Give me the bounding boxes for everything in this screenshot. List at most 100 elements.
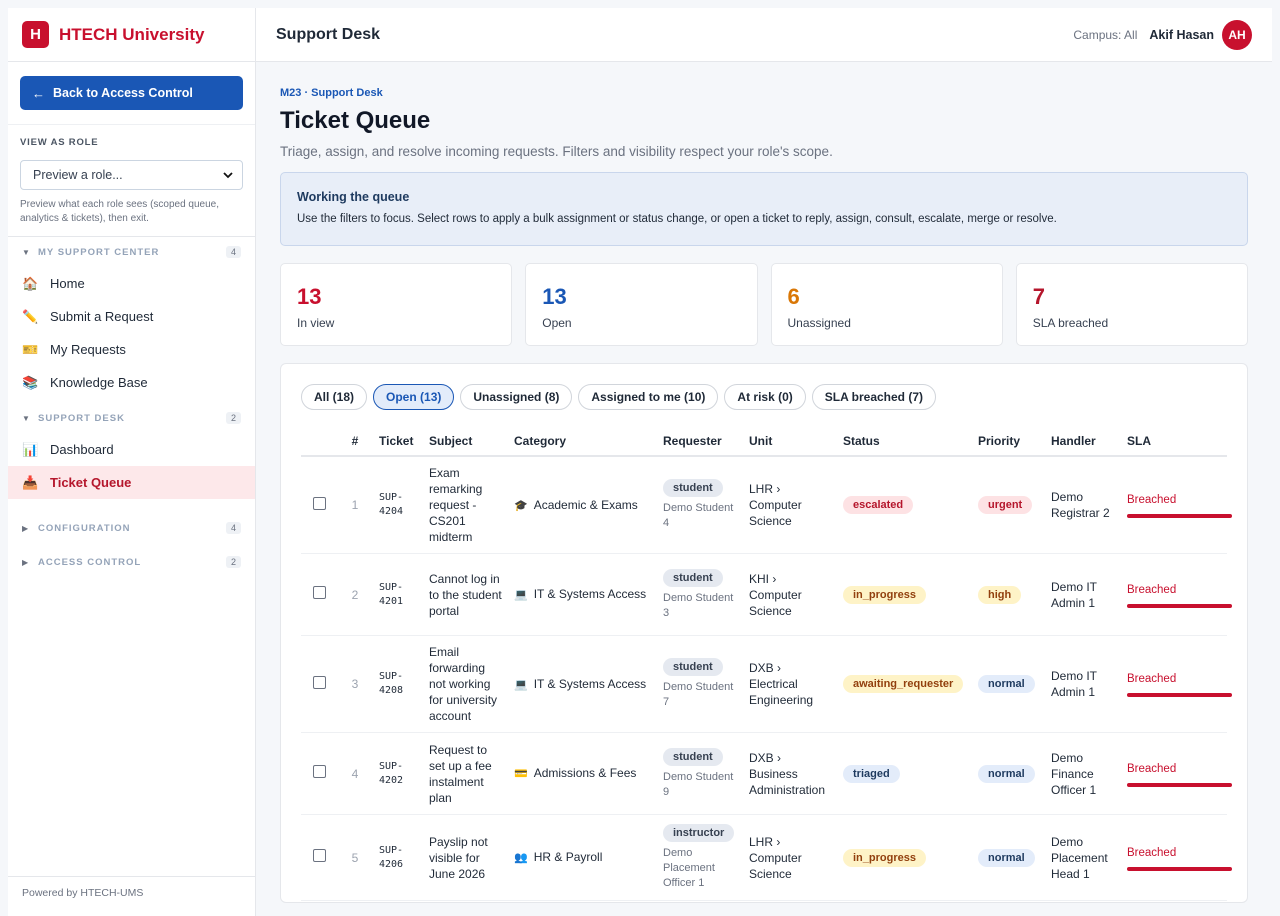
category-label: Admissions & Fees [533, 766, 637, 780]
ticket-id[interactable]: SUP-4204 [373, 456, 423, 554]
pencil-icon: ✏️ [22, 308, 39, 324]
sla-status: Breached [1127, 846, 1177, 859]
info-text: Use the filters to focus. Select rows to… [297, 213, 1057, 225]
column-header-requester[interactable]: Requester [657, 426, 743, 457]
user-name[interactable]: Akif Hasan [1149, 28, 1214, 42]
filter-chip[interactable]: All (18) [301, 384, 368, 410]
ticket-subject[interactable]: Request to set up a fee instalment plan [423, 732, 508, 815]
column-header-[interactable]: # [337, 426, 373, 457]
brand[interactable]: H HTECH University [8, 8, 255, 62]
column-header-unit[interactable]: Unit [743, 426, 837, 457]
row-checkbox[interactable] [312, 849, 326, 862]
handler-cell: Demo Placement Head 1 [1045, 814, 1121, 901]
main-content: M23 · Support Desk Ticket Queue Triage, … [280, 62, 1248, 903]
category-cell: 🎓 Academic & Exams [508, 456, 657, 554]
column-header-handler[interactable]: Handler [1045, 426, 1121, 457]
unit-cell: DXB › Electrical Engineering [743, 635, 837, 733]
table-body: 1 SUP-4204 Exam remarking request - CS201 … [301, 456, 1232, 901]
sidebar-item-my-requests[interactable]: 🎫 My Requests [8, 333, 255, 366]
row-checkbox[interactable] [312, 765, 326, 778]
requester-name: Demo Student 4 [663, 502, 734, 529]
select-column-header [301, 426, 337, 457]
status-cell: in_progress [837, 553, 972, 636]
ticket-id[interactable]: SUP-4201 [373, 553, 423, 636]
sidebar-item-dashboard[interactable]: 📊 Dashboard [8, 433, 255, 466]
campus-selector[interactable]: Campus: All [1073, 28, 1137, 42]
section-access-control[interactable]: ▶ ACCESS CONTROL 2 [8, 547, 255, 577]
row-checkbox[interactable] [312, 586, 326, 599]
section-configuration[interactable]: ▶ CONFIGURATION 4 [8, 513, 255, 543]
back-button-label: Back to Access Control [53, 86, 193, 100]
handler-cell: Demo IT Admin 1 [1045, 635, 1121, 733]
filter-chip[interactable]: Unassigned (8) [460, 384, 573, 410]
sla-cell: Breached [1121, 732, 1232, 815]
sidebar-item-home[interactable]: 🏠 Home [8, 267, 255, 300]
row-checkbox[interactable] [312, 675, 326, 689]
requester-cell: student Demo Student 7 [657, 635, 743, 733]
table-row[interactable]: 4 SUP-4202 Request to set up a fee instalm… [301, 732, 1232, 815]
ticket-subject[interactable]: Payslip not visible for June 2026 [423, 814, 508, 901]
ticket-id[interactable]: SUP-4208 [373, 635, 423, 733]
section-count-badge: 2 [225, 556, 241, 568]
priority-cell: high [972, 553, 1045, 636]
sla-status: Breached [1127, 673, 1177, 685]
chevron-down-icon [223, 172, 233, 179]
ticket-subject[interactable]: Cannot log in to the student portal [423, 553, 508, 636]
caret-down-icon: ▼ [22, 247, 30, 257]
sidebar-item-ticket-queue[interactable]: 📥 Ticket Queue [8, 466, 255, 499]
status-badge: in_progress [843, 848, 926, 867]
table-row[interactable]: 1 SUP-4204 Exam remarking request - CS201 … [301, 456, 1232, 554]
sla-progress-bar [1127, 693, 1232, 697]
column-header-priority[interactable]: Priority [972, 426, 1045, 457]
back-to-access-control-button[interactable]: ← Back to Access Control [20, 76, 243, 110]
requester-role-badge: student [663, 747, 723, 766]
status-cell: escalated [837, 456, 972, 554]
category-cell: 👥 HR & Payroll [508, 814, 657, 901]
category-label: Academic & Exams [533, 497, 638, 512]
info-banner: Working the queue Use the filters to foc… [280, 172, 1248, 246]
filter-chip[interactable]: Assigned to me (10) [578, 384, 719, 410]
section-label: SUPPORT DESK [38, 412, 125, 424]
sidebar-item-label: Submit a Request [50, 309, 154, 324]
stat-card-sla-breached: 7 SLA breached [1015, 263, 1248, 346]
column-header-category[interactable]: Category [508, 426, 657, 457]
table-row[interactable]: 5 SUP-4206 Payslip not visible for June 20… [301, 814, 1232, 901]
priority-cell: normal [972, 635, 1045, 733]
sidebar-item-knowledge-base[interactable]: 📚 Knowledge Base [8, 366, 255, 399]
info-title: Working the queue [297, 190, 410, 204]
column-header-subject[interactable]: Subject [423, 426, 508, 457]
column-header-ticket[interactable]: Ticket [373, 426, 423, 457]
column-header-sla[interactable]: SLA [1121, 426, 1227, 457]
row-checkbox[interactable] [312, 496, 326, 510]
section-support-desk[interactable]: ▼ SUPPORT DESK 2 [8, 403, 255, 433]
status-badge: in_progress [843, 585, 926, 604]
stat-card-unassigned: 6 Unassigned [770, 263, 1003, 346]
caret-down-icon: ▼ [22, 413, 30, 423]
filter-chip[interactable]: SLA breached (7) [811, 384, 937, 410]
sidebar-item-submit-a-request[interactable]: ✏️ Submit a Request [8, 300, 255, 333]
sla-progress-bar [1127, 866, 1232, 871]
ticket-id[interactable]: SUP-4206 [373, 814, 423, 901]
caret-right-icon: ▶ [22, 557, 29, 567]
ticket-subject[interactable]: Email forwarding not working for univers… [423, 635, 508, 733]
priority-badge: normal [978, 764, 1035, 783]
sla-status: Breached [1127, 762, 1177, 775]
role-help-text: Preview what each role sees (scoped queu… [20, 199, 220, 224]
ticket-subject[interactable]: Exam remarking request - CS201 midterm [423, 456, 508, 554]
ticket-id[interactable]: SUP-4202 [373, 732, 423, 815]
column-header-status[interactable]: Status [837, 426, 972, 457]
top-bar: Support Desk Campus: All Akif Hasan AH [256, 8, 1272, 62]
section-my-support-center[interactable]: ▼ MY SUPPORT CENTER 4 [8, 237, 255, 267]
row-number: 2 [337, 553, 373, 636]
avatar[interactable]: AH [1222, 19, 1252, 50]
filter-chip[interactable]: At risk (0) [724, 384, 806, 410]
role-preview-select[interactable]: Preview a role... [20, 160, 243, 190]
breadcrumb[interactable]: M23 · Support Desk [280, 87, 1248, 99]
brand-name: HTECH University [59, 24, 205, 44]
row-number: 1 [337, 456, 373, 554]
sidebar-item-label: Dashboard [50, 442, 114, 457]
home-icon: 🏠 [22, 275, 39, 291]
table-row[interactable]: 2 SUP-4201 Cannot log in to the student po… [301, 553, 1232, 636]
filter-chip[interactable]: Open (13) [373, 384, 455, 410]
table-row[interactable]: 3 SUP-4208 Email forwarding not working fo… [301, 635, 1232, 733]
